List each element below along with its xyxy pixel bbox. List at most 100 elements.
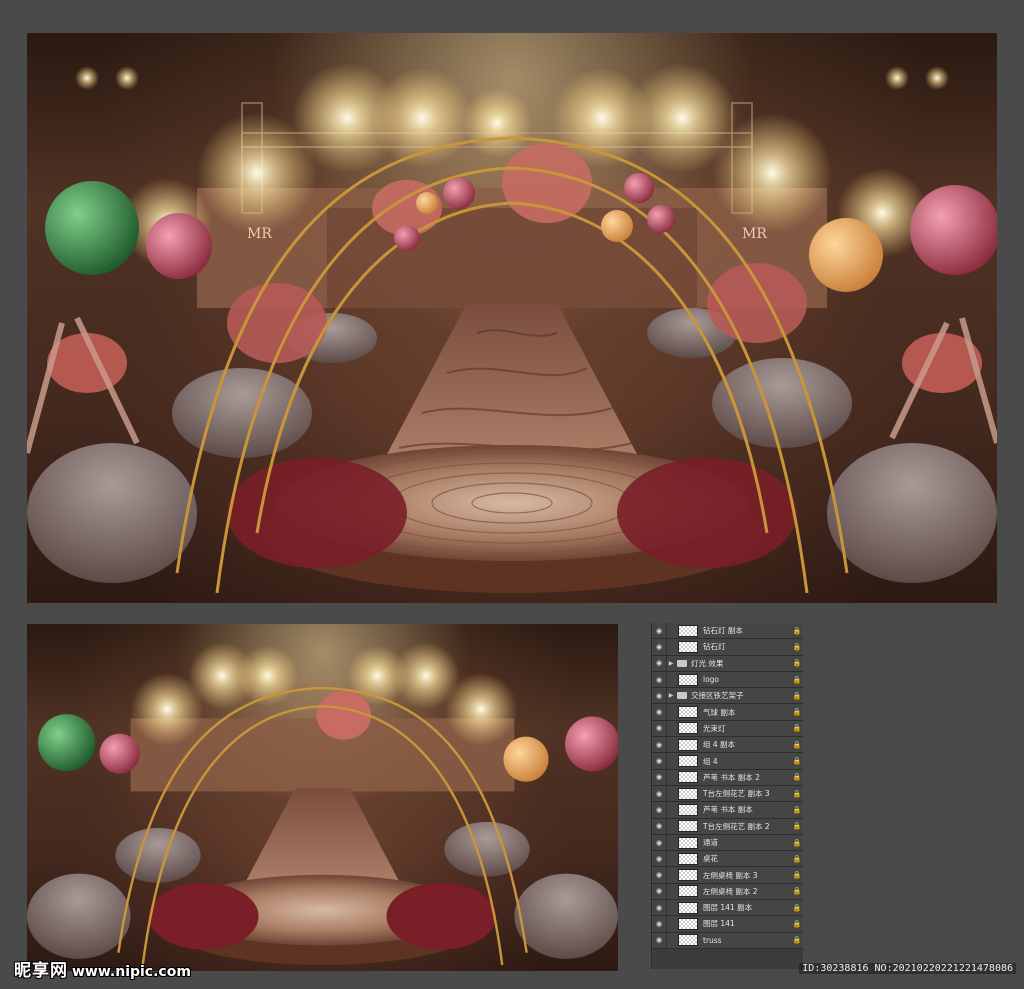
wedding-render-main: MR MR — [27, 33, 997, 603]
visibility-eye-icon[interactable]: ◉ — [652, 671, 667, 688]
layer-row[interactable]: ◉ 组 4 副本 🔒 — [652, 737, 803, 754]
visibility-eye-icon[interactable]: ◉ — [652, 932, 667, 948]
expand-arrow-icon[interactable]: ▶ — [667, 660, 675, 667]
lock-icon[interactable]: 🔒 — [791, 822, 803, 830]
lock-icon[interactable]: 🔒 — [791, 839, 803, 847]
layer-name: 光束灯 — [703, 723, 726, 733]
layer-name: 钻石灯 副本 — [703, 626, 743, 636]
visibility-eye-icon[interactable]: ◉ — [652, 753, 667, 769]
layers-panel: ◉ 钻石灯 副本 🔒 ◉ 钻石灯 🔒 ◉ ▶ 灯光 效果 🔒 ◉ logo 🔒 ◉ ▶ 交接区铁艺架子 🔒 ◉ 气球… — [651, 623, 803, 969]
layer-thumbnail — [678, 624, 698, 637]
visibility-eye-icon[interactable]: ◉ — [652, 785, 667, 802]
visibility-eye-icon[interactable]: ◉ — [652, 818, 667, 834]
lock-icon[interactable]: 🔒 — [791, 806, 803, 814]
layer-row[interactable]: ◉ 光束灯 🔒 — [652, 720, 803, 738]
layer-thumbnail — [678, 836, 698, 849]
visibility-eye-icon[interactable]: ◉ — [652, 623, 667, 639]
layer-name: 组 4 — [703, 756, 718, 766]
visibility-eye-icon[interactable]: ◉ — [652, 900, 667, 916]
visibility-eye-icon[interactable]: ◉ — [652, 834, 667, 851]
layer-row[interactable]: ◉ logo 🔒 — [652, 671, 803, 689]
visibility-eye-icon[interactable]: ◉ — [652, 688, 667, 704]
layer-name: 灯光 效果 — [691, 658, 724, 668]
visibility-eye-icon[interactable]: ◉ — [652, 639, 667, 655]
lock-icon[interactable]: 🔒 — [791, 887, 803, 895]
lock-icon[interactable]: 🔒 — [791, 920, 803, 928]
layer-thumbnail — [678, 917, 698, 930]
lock-icon[interactable]: 🔒 — [791, 757, 803, 765]
layer-row[interactable]: ◉ 气球 副本 🔒 — [652, 704, 803, 721]
layer-name: truss — [703, 935, 722, 945]
lock-icon[interactable]: 🔒 — [791, 643, 803, 651]
layer-row[interactable]: ◉ 左侧桌椅 副本 2 🔒 — [652, 883, 803, 901]
layer-row[interactable]: ◉ truss 🔒 — [652, 932, 803, 949]
layer-thumbnail — [678, 901, 698, 914]
layer-list: ◉ 钻石灯 副本 🔒 ◉ 钻石灯 🔒 ◉ ▶ 灯光 效果 🔒 ◉ logo 🔒 ◉ ▶ 交接区铁艺架子 🔒 ◉ 气球… — [652, 623, 803, 949]
lock-icon[interactable]: 🔒 — [791, 676, 803, 684]
visibility-eye-icon[interactable]: ◉ — [652, 655, 667, 671]
lock-icon[interactable]: 🔒 — [791, 741, 803, 749]
lock-icon[interactable]: 🔒 — [791, 871, 803, 879]
visibility-eye-icon[interactable]: ◉ — [652, 802, 667, 818]
layer-row[interactable]: ◉ 芦苇 书本 副本 🔒 — [652, 802, 803, 819]
layer-row[interactable]: ◉ 左侧桌椅 副本 3 🔒 — [652, 867, 803, 884]
layer-thumbnail — [678, 934, 698, 947]
layer-row[interactable]: ◉ 通道 🔒 — [652, 834, 803, 852]
layer-row[interactable]: ◉ 钻石灯 🔒 — [652, 639, 803, 656]
visibility-eye-icon[interactable]: ◉ — [652, 769, 667, 785]
folder-icon — [677, 659, 687, 667]
layer-row[interactable]: ◉ T台左侧花艺 副本 2 🔒 — [652, 818, 803, 835]
layer-row[interactable]: ◉ 芦苇 书本 副本 2 🔒 — [652, 769, 803, 786]
layer-row[interactable]: ◉ 组 4 🔒 — [652, 753, 803, 770]
layer-thumbnail — [678, 722, 698, 735]
layer-row[interactable]: ◉ 钻石灯 副本 🔒 — [652, 623, 803, 640]
visibility-eye-icon[interactable]: ◉ — [652, 883, 667, 900]
visibility-eye-icon[interactable]: ◉ — [652, 851, 667, 867]
lock-icon[interactable]: 🔒 — [791, 904, 803, 912]
visibility-eye-icon[interactable]: ◉ — [652, 704, 667, 720]
watermark-brand-text: 昵享网 — [14, 961, 68, 981]
visibility-eye-icon[interactable]: ◉ — [652, 867, 667, 883]
visibility-eye-icon[interactable]: ◉ — [652, 737, 667, 753]
lock-icon[interactable]: 🔒 — [791, 773, 803, 781]
lock-icon[interactable]: 🔒 — [791, 936, 803, 944]
lock-icon[interactable]: 🔒 — [791, 692, 803, 700]
lock-icon[interactable]: 🔒 — [791, 627, 803, 635]
lock-icon[interactable]: 🔒 — [791, 790, 803, 798]
visibility-eye-icon[interactable]: ◉ — [652, 720, 667, 737]
layer-thumbnail — [678, 869, 698, 882]
layer-row[interactable]: ◉ 图层 141 副本 🔒 — [652, 900, 803, 917]
layer-thumbnail — [678, 787, 698, 800]
balloon-green — [45, 181, 139, 275]
render-artwork: MR MR — [27, 63, 997, 594]
layer-name: 组 4 副本 — [703, 740, 736, 750]
layer-name: 气球 副本 — [703, 707, 736, 717]
layer-thumbnail — [678, 755, 698, 768]
watermark-brand: 昵享网 www.nipic.com — [14, 956, 191, 981]
layer-name: 图层 141 — [703, 919, 735, 929]
render-preview-artwork — [27, 642, 618, 966]
layer-name: logo — [703, 675, 720, 685]
layer-row[interactable]: ◉ T台左侧花艺 副本 3 🔒 — [652, 785, 803, 803]
layer-thumbnail — [678, 738, 698, 751]
visibility-eye-icon[interactable]: ◉ — [652, 916, 667, 932]
layer-row[interactable]: ◉ 桌花 🔒 — [652, 851, 803, 868]
layer-name: 钻石灯 — [703, 642, 726, 652]
wedding-render-preview — [27, 624, 618, 971]
layer-name: 图层 141 副本 — [703, 903, 753, 913]
expand-arrow-icon[interactable]: ▶ — [667, 692, 675, 699]
lock-icon[interactable]: 🔒 — [791, 659, 803, 667]
folder-icon — [677, 692, 687, 700]
layer-row[interactable]: ◉ ▶ 交接区铁艺架子 🔒 — [652, 688, 803, 705]
watermark-id: ID:30238816 NO:20210220221221478086 — [799, 963, 1016, 974]
layer-name: 芦苇 书本 副本 — [703, 805, 753, 815]
layer-thumbnail — [678, 706, 698, 719]
lock-icon[interactable]: 🔒 — [791, 855, 803, 863]
lock-icon[interactable]: 🔒 — [791, 724, 803, 732]
layer-thumbnail — [678, 673, 698, 686]
lock-icon[interactable]: 🔒 — [791, 708, 803, 716]
layer-row[interactable]: ◉ 图层 141 🔒 — [652, 916, 803, 933]
watermark-url: www.nipic.com — [72, 964, 191, 980]
layer-row[interactable]: ◉ ▶ 灯光 效果 🔒 — [652, 655, 803, 672]
layer-thumbnail — [678, 852, 698, 865]
